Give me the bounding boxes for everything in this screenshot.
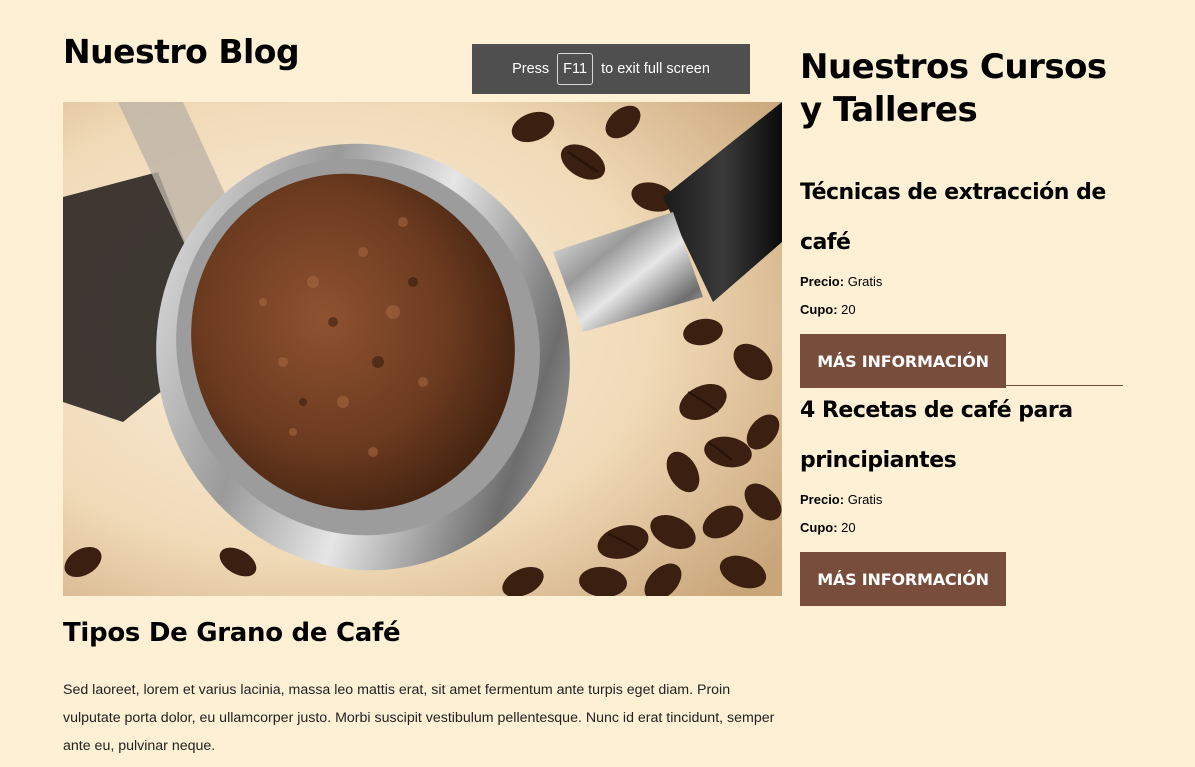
quota-value: 20 [841, 520, 856, 535]
course-price: Precio: Gratis [800, 486, 1123, 514]
page: Nuestro Blog Tipos De Grano de Café Sed … [0, 0, 1195, 767]
course-title[interactable]: 4 Recetas de café para principiantes [800, 386, 1123, 486]
more-info-button[interactable]: MÁS INFORMACIÓN [800, 334, 1006, 388]
courses-sidebar: Nuestros Cursos y Talleres Técnicas de e… [800, 46, 1123, 606]
price-value: Gratis [847, 492, 883, 507]
espresso-image-icon [63, 102, 782, 596]
fullscreen-notice: Press F11 to exit full screen [472, 44, 750, 94]
post-title[interactable]: Tipos De Grano de Café [63, 618, 401, 648]
fullscreen-notice-prefix: Press [512, 61, 550, 77]
price-label: Precio: [800, 274, 845, 289]
quota-label: Cupo: [800, 520, 838, 535]
price-value: Gratis [847, 274, 883, 289]
quota-label: Cupo: [800, 302, 838, 317]
quota-value: 20 [841, 302, 856, 317]
fullscreen-notice-suffix: to exit full screen [601, 61, 710, 77]
post-image[interactable] [63, 102, 782, 596]
course-card: Técnicas de extracción de café Precio: G… [800, 168, 1123, 388]
more-info-button[interactable]: MÁS INFORMACIÓN [800, 552, 1006, 606]
f11-key: F11 [557, 53, 594, 85]
post-excerpt: Sed laoreet, lorem et varius lacinia, ma… [63, 682, 775, 754]
price-label: Precio: [800, 492, 845, 507]
course-quota: Cupo: 20 [800, 514, 1123, 542]
course-title[interactable]: Técnicas de extracción de café [800, 168, 1123, 268]
courses-heading: Nuestros Cursos y Talleres [800, 47, 1107, 130]
course-quota: Cupo: 20 [800, 296, 1123, 324]
course-price: Precio: Gratis [800, 268, 1123, 296]
course-card: 4 Recetas de café para principiantes Pre… [800, 386, 1123, 606]
